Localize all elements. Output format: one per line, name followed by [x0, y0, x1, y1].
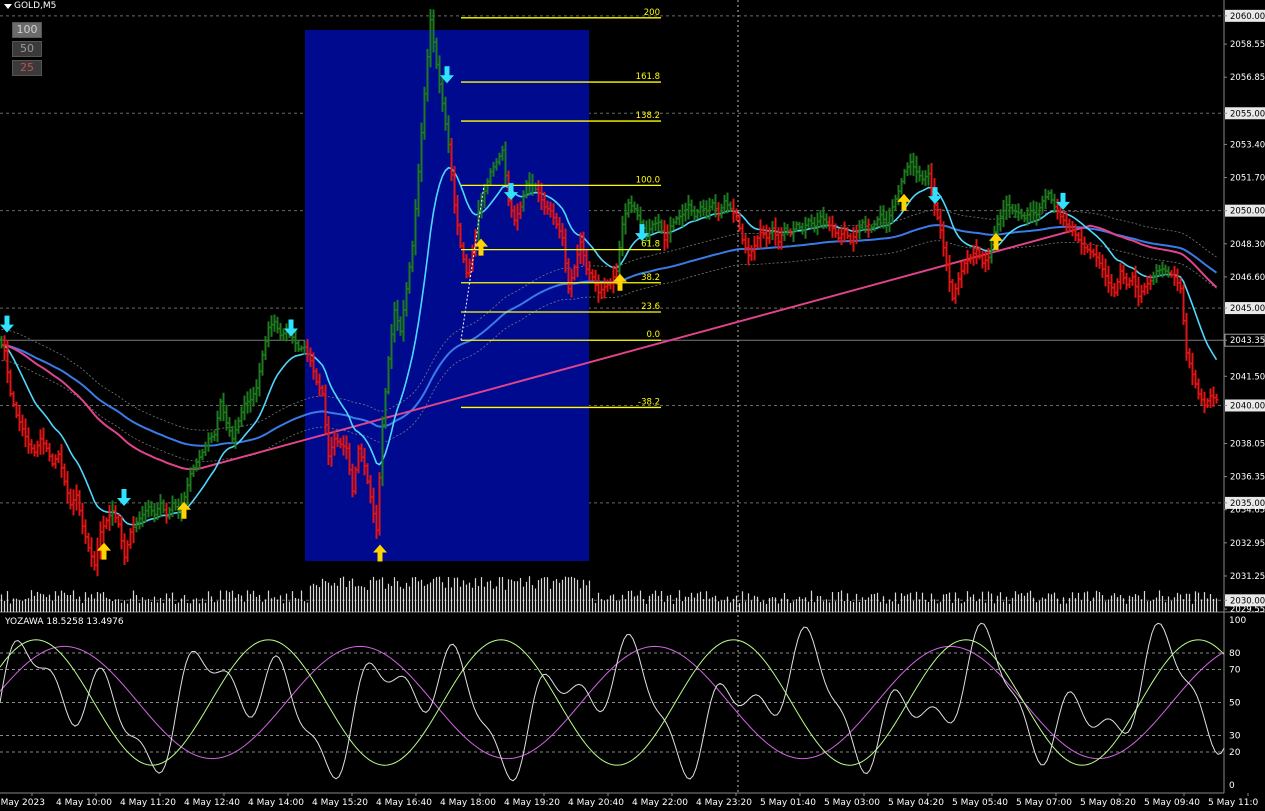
price-axis-label: 2053.40	[1230, 140, 1265, 150]
symbol-label: GOLD,M5	[14, 1, 57, 11]
osc-level-label: 100	[1229, 616, 1246, 626]
time-axis-label: 5 May 05:40	[952, 798, 1008, 808]
time-axis-label: 5 May 01:40	[760, 798, 816, 808]
osc-level-label: 70	[1229, 666, 1241, 676]
zoom-100-button[interactable]: 100	[12, 22, 42, 38]
fib-level-label: 38.2	[641, 273, 660, 283]
time-axis-label: 4 May 15:20	[312, 798, 368, 808]
time-axis-label: 4 May 18:00	[440, 798, 496, 808]
time-axis-label: 5 May 08:20	[1080, 798, 1136, 808]
fib-level-label: 100.0	[636, 175, 660, 185]
time-axis-label: 5 May 09:40	[1144, 798, 1200, 808]
time-axis-label: 4 May 20:40	[568, 798, 624, 808]
time-axis-label: 5 May 04:20	[888, 798, 944, 808]
time-axis-label: 4 May 12:40	[184, 798, 240, 808]
chart-menu-icon[interactable]	[4, 4, 12, 9]
time-axis-label: 4 May 23:20	[696, 798, 752, 808]
fib-level-label: 200	[644, 8, 660, 18]
zoom-25-button[interactable]: 25	[12, 60, 42, 76]
fib-level-label: 61.8	[641, 240, 660, 250]
time-axis-label: 4 May 11:20	[120, 798, 176, 808]
zoom-50-button[interactable]: 50	[12, 41, 42, 57]
price-axis-label: 2048.30	[1230, 240, 1265, 250]
time-axis-label: 4 May 22:00	[632, 798, 688, 808]
fib-level-label: 0.0	[646, 330, 660, 340]
price-axis-label: 2058.55	[1230, 40, 1265, 50]
time-axis-label: 4 May 10:00	[56, 798, 112, 808]
price-axis-label: 2036.35	[1230, 473, 1265, 483]
price-axis-label: 2034.65	[1230, 506, 1265, 516]
fibonacci-zone	[305, 30, 589, 561]
main-chart[interactable]: 200161.8138.2100.061.838.223.60.0-38.2 1…	[0, 0, 1265, 811]
price-axis-label: 2041.50	[1230, 372, 1265, 382]
osc-level-label: 80	[1229, 649, 1241, 659]
fib-level-label: 161.8	[636, 72, 660, 82]
fib-level-label: 138.2	[636, 111, 660, 121]
time-axis-label: 4 May 2023	[0, 798, 45, 808]
price-axis-label: 2046.60	[1230, 273, 1265, 283]
price-axis-label: 2056.85	[1230, 73, 1265, 83]
time-axis-label: 4 May 16:40	[376, 798, 432, 808]
osc-level-label: 50	[1229, 699, 1241, 709]
price-axis-label: 2029.55	[1230, 605, 1265, 615]
price-axis-label: 2060.00	[1230, 12, 1265, 22]
fib-level-label: -38.2	[638, 397, 660, 407]
price-axis-label: 2045.00	[1230, 304, 1265, 314]
price-axis-label: 2032.95	[1230, 539, 1265, 549]
time-axis-label: 4 May 14:00	[248, 798, 304, 808]
price-axis-label: 2038.05	[1230, 439, 1265, 449]
fibonacci-rectangle	[305, 30, 589, 561]
price-axis-label: 2040.00	[1230, 401, 1265, 411]
osc-level-label: 30	[1229, 732, 1241, 742]
price-axis-label: 2051.70	[1230, 174, 1265, 184]
fib-level-label: 23.6	[641, 302, 660, 312]
price-axis-label: 2055.00	[1230, 109, 1265, 119]
price-axis-label: 2050.00	[1230, 207, 1265, 217]
price-axis-label: 2031.25	[1230, 572, 1265, 582]
osc-level-label: 0	[1229, 781, 1235, 791]
indicator-label: YOZAWA 18.5258 13.4976	[5, 617, 124, 627]
time-axis-label: 5 May 07:00	[1016, 798, 1072, 808]
time-axis-label: 5 May 03:00	[824, 798, 880, 808]
osc-level-label: 20	[1229, 748, 1241, 758]
time-axis-label: 4 May 19:20	[504, 798, 560, 808]
time-axis-label: 5 May 11:0	[1208, 798, 1259, 808]
price-axis-label: 2043.35	[1230, 336, 1265, 346]
